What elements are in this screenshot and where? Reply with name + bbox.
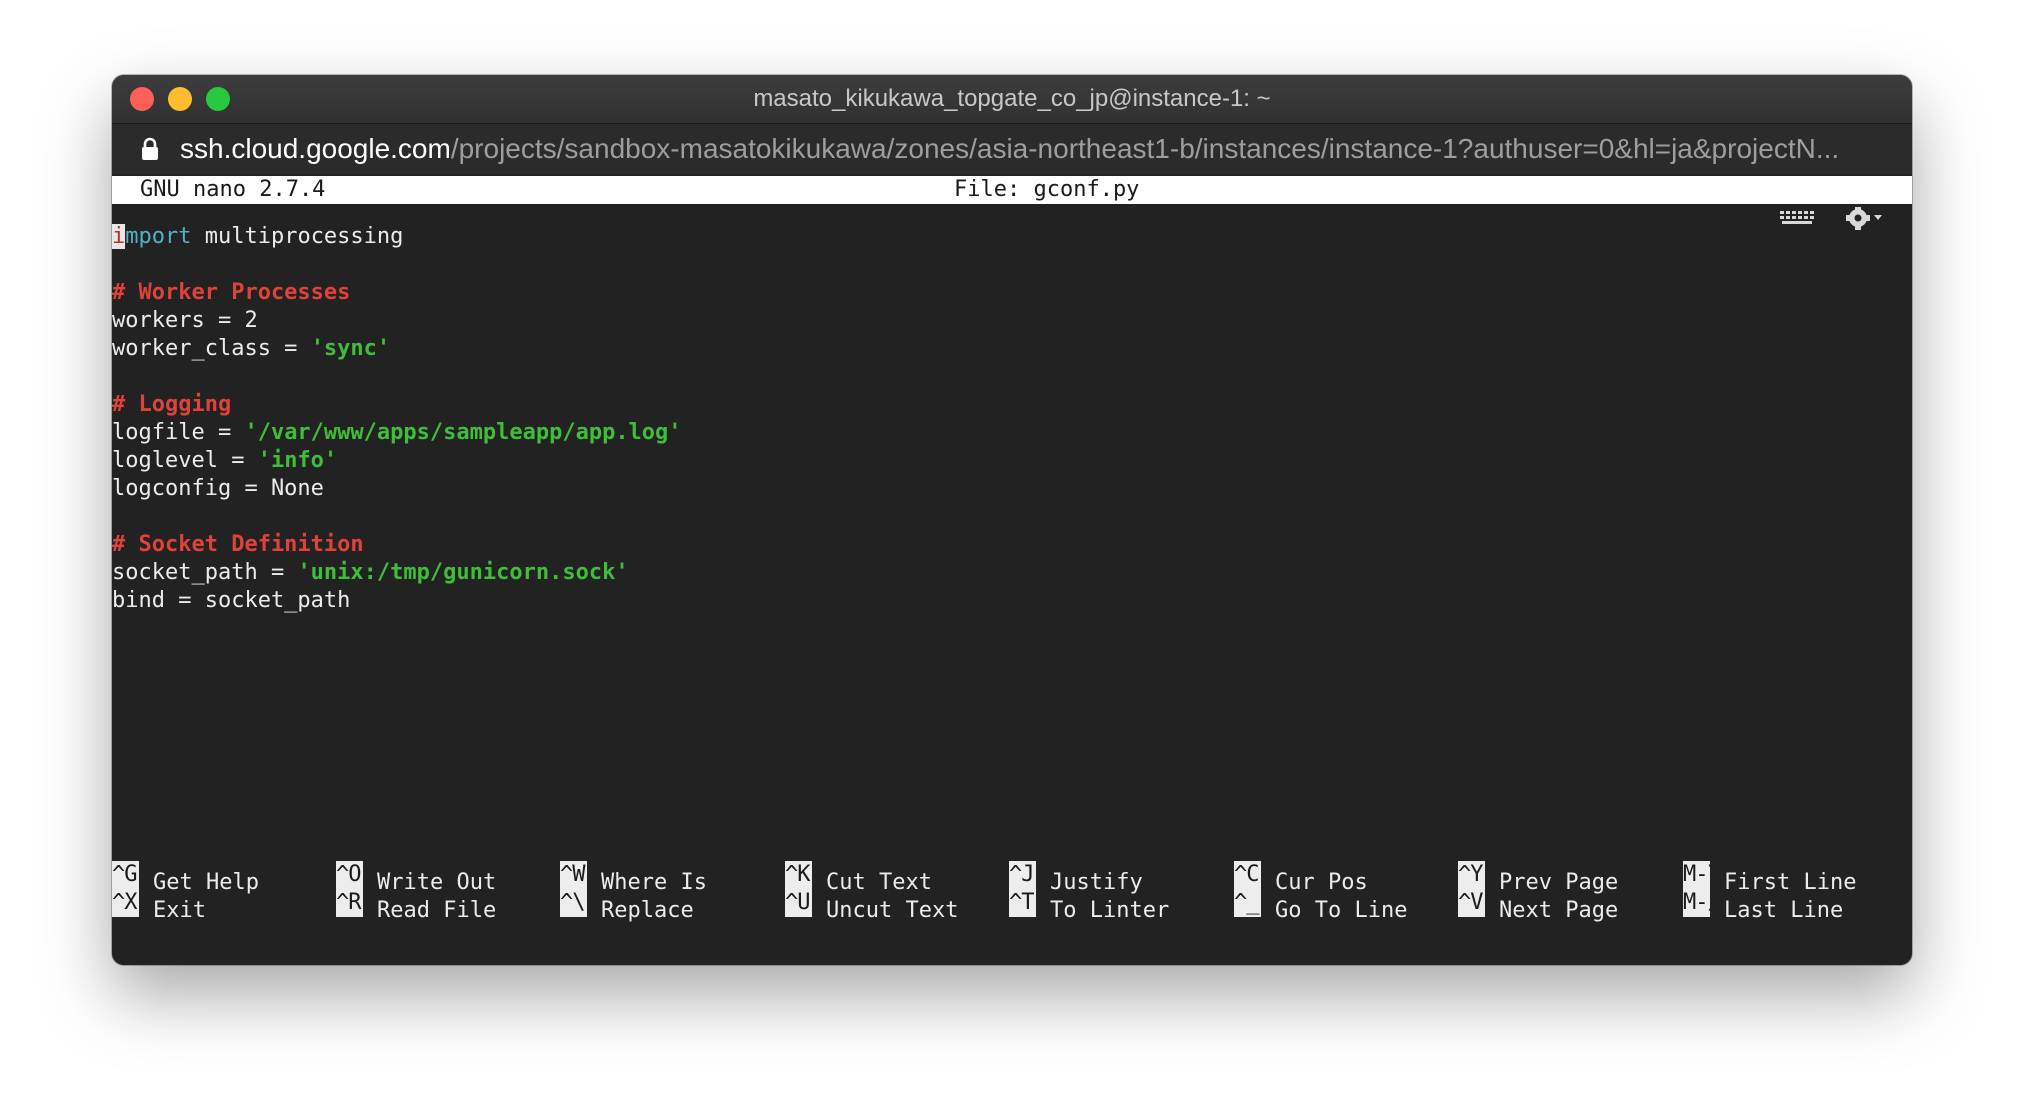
code-line: logfile = '/var/www/apps/sampleapp/app.l… xyxy=(112,419,1912,447)
code-line: # Socket Definition xyxy=(112,531,1912,559)
shortcut-prev-page[interactable]: ^Y Prev Page xyxy=(1458,861,1618,895)
code-line: bind = socket_path xyxy=(112,587,1912,615)
code-token: socket_path = xyxy=(112,560,298,585)
code-line: logconfig = None xyxy=(112,475,1912,503)
code-token: logconfig = None xyxy=(112,476,324,501)
code-token: logfile = xyxy=(112,420,245,445)
shortcut-justify[interactable]: ^J Justify xyxy=(1009,861,1143,895)
code-line: socket_path = 'unix:/tmp/gunicorn.sock' xyxy=(112,559,1912,587)
shortcut-cut-text[interactable]: ^K Cut Text xyxy=(785,861,932,895)
code-token: bind = socket_path xyxy=(112,588,351,613)
code-line: # Worker Processes xyxy=(112,279,1912,307)
shortcut-uncut-text[interactable]: ^U Uncut Text xyxy=(785,889,958,923)
shortcut-label: Exit xyxy=(153,898,206,923)
terminal-screen[interactable]: GNU nano 2.7.4 File: gconf.py import mul… xyxy=(112,176,1912,965)
string-token: '/var/www/apps/sampleapp/app.log' xyxy=(244,420,682,445)
shortcut-last-line[interactable]: M-/ Last Line xyxy=(1683,889,1843,923)
shortcut-write-out[interactable]: ^O Write Out xyxy=(336,861,496,895)
keyword-token: mport xyxy=(125,224,192,249)
shortcut-label: To Linter xyxy=(1050,898,1170,923)
shortcut-replace[interactable]: ^\ Replace xyxy=(560,889,694,923)
shortcut-key: ^U xyxy=(785,889,812,917)
string-token: 'unix:/tmp/gunicorn.sock' xyxy=(297,560,629,585)
string-token: 'sync' xyxy=(310,336,391,361)
shortcut-key: ^V xyxy=(1458,889,1485,917)
shortcut-key: M-/ xyxy=(1683,889,1710,917)
code-line: loglevel = 'info' xyxy=(112,447,1912,475)
code-line: workers = 2 xyxy=(112,307,1912,335)
shortcut-label: Read File xyxy=(377,898,497,923)
shortcut-label: Last Line xyxy=(1724,898,1844,923)
nano-shortcut-bar: ^G Get Help ^O Write Out ^W Where Is ^K Cut … xyxy=(112,861,1912,923)
shortcut-cur-pos[interactable]: ^C Cur Pos xyxy=(1234,861,1368,895)
shortcut-key: ^Y xyxy=(1458,861,1485,889)
shortcut-to-linter[interactable]: ^T To Linter xyxy=(1009,889,1169,923)
code-token: workers = 2 xyxy=(112,308,258,333)
shortcut-label: Go To Line xyxy=(1275,898,1408,923)
code-line: import multiprocessing xyxy=(112,223,1912,251)
code-token: loglevel = xyxy=(112,448,258,473)
url-host: ssh.cloud.google.com xyxy=(180,133,451,164)
shortcut-key: ^R xyxy=(336,889,363,917)
shortcut-first-line[interactable]: M-\First Line xyxy=(1683,861,1856,895)
shortcut-key: ^W xyxy=(560,861,587,889)
title-bar[interactable]: masato_kikukawa_topgate_co_jp@instance-1… xyxy=(112,75,1912,124)
code-line: worker_class = 'sync' xyxy=(112,335,1912,363)
shortcut-key: ^_ xyxy=(1234,889,1261,917)
editor-text-area[interactable]: import multiprocessing # Worker Processes… xyxy=(112,223,1912,615)
lock-icon xyxy=(142,137,158,160)
url-bar: ssh.cloud.google.com/projects/sandbox-ma… xyxy=(112,124,1912,174)
shortcut-label: Uncut Text xyxy=(826,898,959,923)
text-cursor: i xyxy=(112,224,126,249)
shortcut-next-page[interactable]: ^V Next Page xyxy=(1458,889,1618,923)
code-line-empty xyxy=(112,503,1912,531)
comment-token: # Socket Definition xyxy=(112,532,364,557)
shortcut-key: ^O xyxy=(336,861,363,889)
shortcut-key: ^K xyxy=(785,861,812,889)
shortcut-key: M-\ xyxy=(1683,861,1710,889)
nano-header-bar: GNU nano 2.7.4 File: gconf.py xyxy=(112,176,1912,204)
comment-token: # Worker Processes xyxy=(112,280,351,305)
page-url: ssh.cloud.google.com/projects/sandbox-ma… xyxy=(180,124,1895,174)
terminal-window: masato_kikukawa_topgate_co_jp@instance-1… xyxy=(112,75,1912,965)
shortcut-key: ^T xyxy=(1009,889,1036,917)
url-path: /projects/sandbox-masatokikukawa/zones/a… xyxy=(450,133,1840,164)
shortcut-label: Replace xyxy=(601,898,694,923)
shortcut-read-file[interactable]: ^R Read File xyxy=(336,889,496,923)
code-token: worker_class = xyxy=(112,336,311,361)
code-token: multiprocessing xyxy=(191,224,404,249)
code-line-empty xyxy=(112,251,1912,279)
code-line-empty xyxy=(112,363,1912,391)
shortcut-get-help[interactable]: ^G Get Help xyxy=(112,861,259,895)
shortcut-key: ^C xyxy=(1234,861,1261,889)
string-token: 'info' xyxy=(257,448,338,473)
comment-token: # Logging xyxy=(112,392,232,417)
shortcut-key: ^J xyxy=(1009,861,1036,889)
window-title: masato_kikukawa_topgate_co_jp@instance-1… xyxy=(753,85,1271,112)
shortcut-key: ^X xyxy=(112,889,139,917)
shortcut-go-to-line[interactable]: ^_ Go To Line xyxy=(1234,889,1407,923)
nano-file-name: File: gconf.py xyxy=(954,177,1140,202)
shortcut-exit[interactable]: ^X Exit xyxy=(112,889,206,923)
code-line: # Logging xyxy=(112,391,1912,419)
shortcut-label: Next Page xyxy=(1499,898,1619,923)
shortcut-key: ^\ xyxy=(560,889,587,917)
shortcut-where-is[interactable]: ^W Where Is xyxy=(560,861,707,895)
shortcut-key: ^G xyxy=(112,861,139,889)
nano-version: GNU nano 2.7.4 xyxy=(140,177,326,202)
